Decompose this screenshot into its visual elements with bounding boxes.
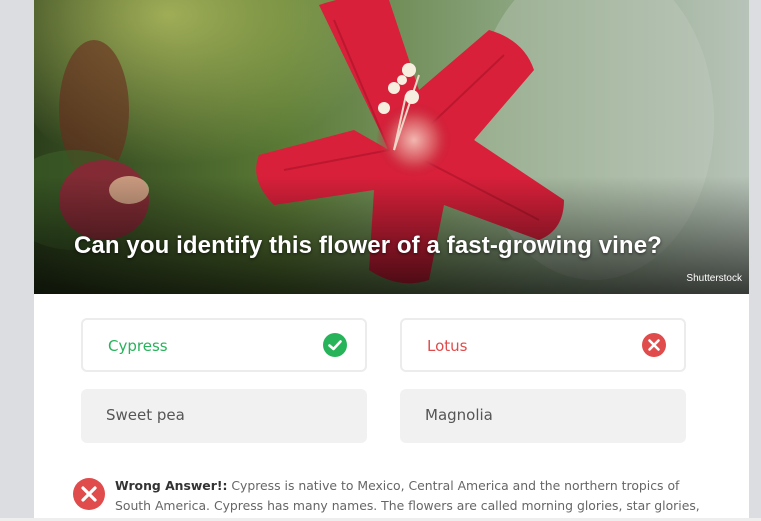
feedback-heading: Wrong Answer!: <box>115 478 228 493</box>
answer-feedback: Wrong Answer!: Cypress is native to Mexi… <box>115 476 707 521</box>
answer-label: Magnolia <box>425 406 493 424</box>
question-image: Can you identify this flower of a fast-g… <box>34 0 749 294</box>
answer-option-lotus[interactable]: Lotus <box>400 318 686 372</box>
question-text: Can you identify this flower of a fast-g… <box>74 232 662 259</box>
answer-label: Lotus <box>427 337 468 355</box>
answer-option-sweet-pea[interactable]: Sweet pea <box>81 389 367 443</box>
check-circle-icon <box>323 333 347 357</box>
answer-label: Sweet pea <box>106 406 185 424</box>
answer-option-magnolia[interactable]: Magnolia <box>400 389 686 443</box>
answer-label: Cypress <box>108 337 168 355</box>
answer-option-cypress[interactable]: Cypress <box>81 318 367 372</box>
wrong-answer-icon <box>73 478 105 510</box>
x-circle-icon <box>642 333 666 357</box>
image-credit: Shutterstock <box>686 273 742 284</box>
quiz-card: Can you identify this flower of a fast-g… <box>34 0 749 521</box>
